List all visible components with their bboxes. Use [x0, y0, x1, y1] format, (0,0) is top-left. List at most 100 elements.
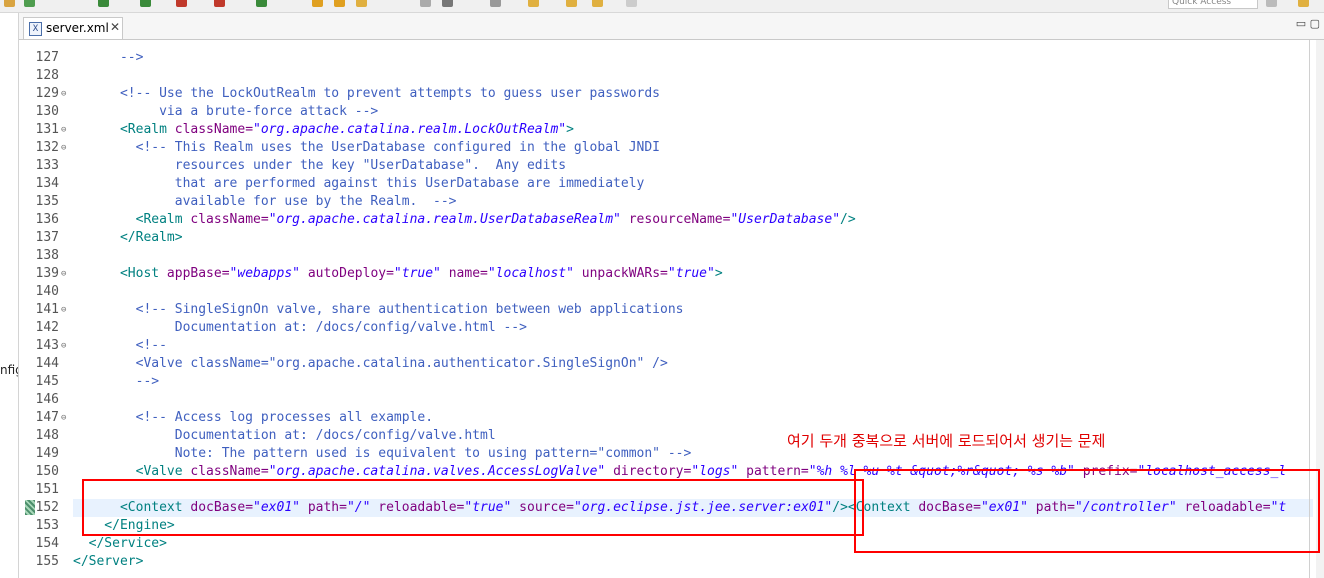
code-token: <Realm — [73, 212, 191, 227]
close-icon[interactable]: ✕ — [110, 20, 120, 34]
code-line[interactable]: <Host appBase="webapps" autoDeploy="true… — [73, 266, 723, 281]
code-line[interactable]: <!-- — [73, 338, 167, 353]
code-line[interactable]: <!-- Use the LockOutRealm to prevent att… — [73, 86, 660, 101]
fold-toggle-icon[interactable]: ⊖ — [61, 305, 66, 315]
minimize-maximize-icon[interactable]: ▭ ▢ — [1296, 17, 1320, 30]
code-token: autoDeploy= — [307, 266, 394, 281]
panel-fragment-text: nfig — [0, 363, 18, 377]
code-line[interactable]: resources under the key "UserDatabase". … — [73, 158, 566, 173]
toolbar-icon[interactable] — [334, 0, 345, 7]
code-line[interactable]: <!-- Access log processes all example. — [73, 410, 433, 425]
fold-toggle-icon[interactable]: ⊖ — [61, 413, 66, 423]
toolbar-icon[interactable] — [442, 0, 453, 7]
code-token: --> — [73, 50, 144, 65]
line-number: 129 — [35, 86, 59, 101]
code-line[interactable]: that are performed against this UserData… — [73, 176, 645, 191]
code-line[interactable]: available for use by the Realm. --> — [73, 194, 457, 209]
toolbar-icon[interactable] — [1266, 0, 1277, 7]
code-token: directory= — [613, 464, 692, 479]
line-number: 153 — [35, 518, 59, 533]
xml-file-icon: X — [29, 22, 42, 36]
code-token: via a brute-force attack --> — [73, 104, 379, 119]
code-token: <Realm — [73, 122, 175, 137]
scroll-grip-icon[interactable]: ··· — [531, 574, 549, 578]
toolbar-icon[interactable] — [312, 0, 323, 7]
code-token: "org.apache.catalina.realm.UserDatabaseR… — [268, 212, 621, 227]
line-number: 133 — [35, 158, 59, 173]
line-number: 127 — [35, 50, 59, 65]
toolbar-icon[interactable] — [1298, 0, 1309, 7]
code-line[interactable]: --> — [73, 374, 159, 389]
line-number: 149 — [35, 446, 59, 461]
fold-toggle-icon[interactable]: ⊖ — [61, 125, 66, 135]
code-line[interactable]: Note: The pattern used is equivalent to … — [73, 446, 692, 461]
code-token: appBase= — [166, 266, 230, 281]
line-number: 141 — [35, 302, 59, 317]
code-token: "true" — [667, 266, 715, 281]
fold-toggle-icon[interactable]: ⊖ — [61, 89, 66, 99]
toolbar-icon[interactable] — [420, 0, 431, 7]
code-line[interactable]: Documentation at: /docs/config/valve.htm… — [73, 428, 496, 443]
code-token: resourceName= — [628, 212, 731, 227]
line-number: 146 — [35, 392, 59, 407]
line-number: 142 — [35, 320, 59, 335]
line-number: 136 — [35, 212, 59, 227]
line-number: 135 — [35, 194, 59, 209]
code-token: "UserDatabase" — [730, 212, 841, 227]
code-line[interactable]: <!-- SingleSignOn valve, share authentic… — [73, 302, 684, 317]
toolbar-icon[interactable] — [214, 0, 225, 7]
fold-toggle-icon[interactable]: ⊖ — [61, 143, 66, 153]
code-token: <!-- — [73, 338, 167, 353]
line-number: 131 — [35, 122, 59, 137]
toolbar-icon[interactable] — [140, 0, 151, 7]
code-token: <Valve className="org.apache.catalina.au… — [73, 356, 668, 371]
code-token: <!-- This Realm uses the UserDatabase co… — [73, 140, 660, 155]
fold-toggle-icon[interactable]: ⊖ — [61, 341, 66, 351]
code-token: Documentation at: /docs/config/valve.htm… — [73, 320, 527, 335]
fold-toggle-icon[interactable]: ⊖ — [61, 269, 66, 279]
code-token: "org.apache.catalina.valves.AccessLogVal… — [268, 464, 606, 479]
line-number: 140 — [35, 284, 59, 299]
line-number: 147 — [35, 410, 59, 425]
code-token: "true" — [393, 266, 441, 281]
code-line[interactable]: <Realm className="org.apache.catalina.re… — [73, 122, 574, 137]
code-token: /> — [840, 212, 856, 227]
code-line[interactable]: </Realm> — [73, 230, 183, 245]
toolbar-icon[interactable] — [24, 0, 35, 7]
code-line[interactable]: <!-- This Realm uses the UserDatabase co… — [73, 140, 660, 155]
line-number: 143 — [35, 338, 59, 353]
toolbar-icon[interactable] — [626, 0, 637, 7]
toolbar-icon[interactable] — [176, 0, 187, 7]
code-token: Documentation at: /docs/config/valve.htm… — [73, 428, 496, 443]
code-token: name= — [448, 266, 488, 281]
code-token: <!-- SingleSignOn valve, share authentic… — [73, 302, 684, 317]
code-line[interactable]: --> — [73, 50, 144, 65]
line-number: 151 — [35, 482, 59, 497]
code-token: <!-- Use the LockOutRealm to prevent att… — [73, 86, 660, 101]
toolbar-icon[interactable] — [356, 0, 367, 7]
toolbar-icon[interactable] — [528, 0, 539, 7]
line-number: 152 — [35, 500, 59, 515]
code-line[interactable]: <Valve className="org.apache.catalina.au… — [73, 356, 668, 371]
toolbar-icon[interactable] — [256, 0, 267, 7]
toolbar-icon[interactable] — [490, 0, 501, 7]
code-line[interactable]: via a brute-force attack --> — [73, 104, 378, 119]
code-token: </Service> — [73, 536, 167, 551]
toolbar-icon[interactable] — [98, 0, 109, 7]
toolbar-icon[interactable] — [4, 0, 15, 7]
toolbar-icon[interactable] — [592, 0, 603, 7]
toolbar-icon[interactable] — [566, 0, 577, 7]
main-toolbar: Quick Access — [0, 0, 1324, 13]
code-token: "webapps" — [229, 266, 300, 281]
code-token: > — [566, 122, 574, 137]
line-number: 132 — [35, 140, 59, 155]
code-line[interactable]: Documentation at: /docs/config/valve.htm… — [73, 320, 527, 335]
quick-access-input[interactable]: Quick Access — [1168, 0, 1258, 9]
code-line[interactable]: <Realm className="org.apache.catalina.re… — [73, 212, 856, 227]
code-line[interactable]: </Service> — [73, 536, 167, 551]
tab-server-xml[interactable]: X server.xml ✕ — [23, 17, 123, 39]
code-line[interactable]: </Server> — [73, 554, 143, 569]
